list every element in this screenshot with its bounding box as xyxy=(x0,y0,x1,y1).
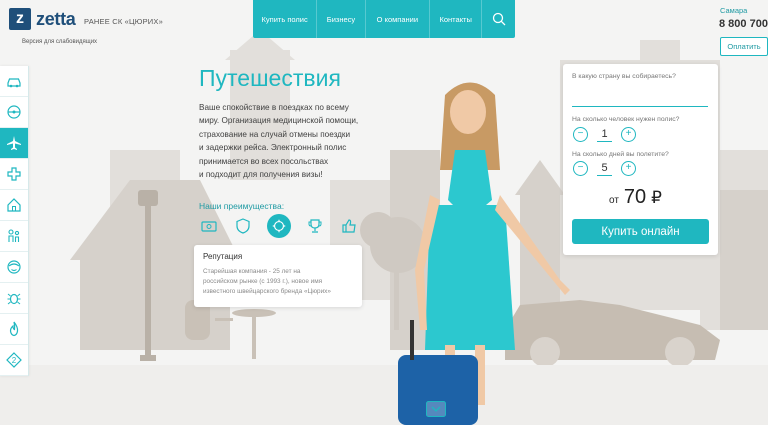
people-increment-button[interactable]: + xyxy=(621,127,636,142)
advantage-card-line: известного швейцарского бренда «Цюрих» xyxy=(203,288,331,295)
face-icon xyxy=(7,260,21,274)
advantages-title: Наши преимущества: xyxy=(199,201,285,211)
nav-about[interactable]: О компании xyxy=(366,0,430,38)
logo-mark: z xyxy=(9,8,31,30)
description-line: страхование на случай отмены поездки xyxy=(199,129,351,139)
accessibility-version-link[interactable]: Версия для слабовидящих xyxy=(22,39,97,45)
description-line: миру. Организация медицинской помощи, xyxy=(199,116,359,126)
people-count[interactable]: 1 xyxy=(597,128,612,142)
reputation-icon xyxy=(272,219,286,233)
search-icon xyxy=(492,12,506,26)
number-two-icon: 2 xyxy=(6,352,22,368)
advantage-card-text: Старейшая компания - 25 лет на российско… xyxy=(203,267,355,297)
advantage-money[interactable] xyxy=(199,216,219,236)
house-icon xyxy=(7,198,21,212)
country-label: В какую страну вы собираетесь? xyxy=(572,73,676,80)
buy-online-button[interactable]: Купить онлайн xyxy=(572,219,709,244)
days-label: На сколько дней вы полетите? xyxy=(572,151,669,158)
shield-icon xyxy=(236,218,250,234)
nav-business[interactable]: Бизнесу xyxy=(317,0,366,38)
phone-number[interactable]: 8 800 700 xyxy=(719,18,768,30)
car-icon xyxy=(7,78,21,88)
search-button[interactable] xyxy=(482,0,515,38)
price-value: 70 xyxy=(623,186,647,208)
country-input[interactable] xyxy=(572,92,708,107)
nav-contacts[interactable]: Контакты xyxy=(430,0,483,38)
sidebar-item-travel[interactable] xyxy=(0,128,28,159)
travel-calculator-form: В какую страну вы собираетесь? На скольк… xyxy=(563,64,718,255)
price-prefix: от xyxy=(609,195,619,206)
description-line: Ваше спокойствие в поездках по всему xyxy=(199,103,349,112)
sidebar-item-auto[interactable] xyxy=(0,66,28,97)
advantage-card-line: Старейшая компания - 25 лет на xyxy=(203,268,301,275)
thumbs-up-icon xyxy=(342,219,356,233)
product-sidebar: 2 xyxy=(0,66,29,376)
price: от 70 ₽ xyxy=(609,186,662,209)
top-navigation: Купить полис Бизнесу О компании Контакты xyxy=(253,0,515,38)
description-line: и задержки рейса. Электронный полис xyxy=(199,143,347,153)
medical-cross-icon xyxy=(7,167,21,181)
hero-description: Ваше спокойствие в поездках по всему мир… xyxy=(199,101,389,181)
bug-icon xyxy=(7,293,21,305)
logo-text: zetta xyxy=(36,8,76,29)
money-icon xyxy=(201,221,217,232)
days-stepper: − 5 + xyxy=(573,161,636,176)
advantage-reputation[interactable] xyxy=(267,214,291,238)
logo[interactable]: z zetta xyxy=(9,8,76,30)
fire-icon xyxy=(9,321,19,337)
sidebar-item-health[interactable] xyxy=(0,159,28,190)
family-icon xyxy=(8,229,20,242)
advantage-awards[interactable] xyxy=(305,216,325,236)
city-selector[interactable]: Самара xyxy=(720,6,747,15)
sidebar-item-tick[interactable] xyxy=(0,283,28,314)
sidebar-item-more[interactable]: 2 xyxy=(0,345,28,376)
svg-text:2: 2 xyxy=(12,356,17,365)
sidebar-item-fire[interactable] xyxy=(0,314,28,345)
scroll-down-icon[interactable] xyxy=(426,401,446,417)
pay-button[interactable]: Оплатить xyxy=(720,37,768,56)
sidebar-item-property[interactable] xyxy=(0,190,28,221)
sidebar-item-family[interactable] xyxy=(0,221,28,252)
sidebar-item-accident[interactable] xyxy=(0,252,28,283)
advantage-card-line: российском рынке (с 1993 г.), новое имя xyxy=(203,278,323,285)
page-title: Путешествия xyxy=(199,65,341,91)
people-label: На сколько человек нужен полис? xyxy=(572,116,680,123)
advantage-card: Репутация Старейшая компания - 25 лет на… xyxy=(194,245,362,307)
advantages-icons xyxy=(199,214,359,238)
advantage-quality[interactable] xyxy=(339,216,359,236)
description-line: и подходит для получения визы! xyxy=(199,170,323,180)
trophy-icon xyxy=(308,219,322,233)
description-line: принимается во всех посольствах xyxy=(199,156,329,166)
airplane-icon xyxy=(7,136,21,150)
steering-wheel-icon xyxy=(7,105,21,119)
nav-buy-policy[interactable]: Купить полис xyxy=(253,0,318,38)
price-currency: ₽ xyxy=(651,188,662,207)
advantage-reliability[interactable] xyxy=(233,216,253,236)
advantage-card-title: Репутация xyxy=(203,252,243,261)
sidebar-item-casco[interactable] xyxy=(0,97,28,128)
days-decrement-button[interactable]: − xyxy=(573,161,588,176)
brand-tagline: РАНЕЕ СК «ЦЮРИХ» xyxy=(84,17,163,26)
days-count[interactable]: 5 xyxy=(597,162,612,176)
days-increment-button[interactable]: + xyxy=(621,161,636,176)
people-decrement-button[interactable]: − xyxy=(573,127,588,142)
people-stepper: − 1 + xyxy=(573,127,636,142)
